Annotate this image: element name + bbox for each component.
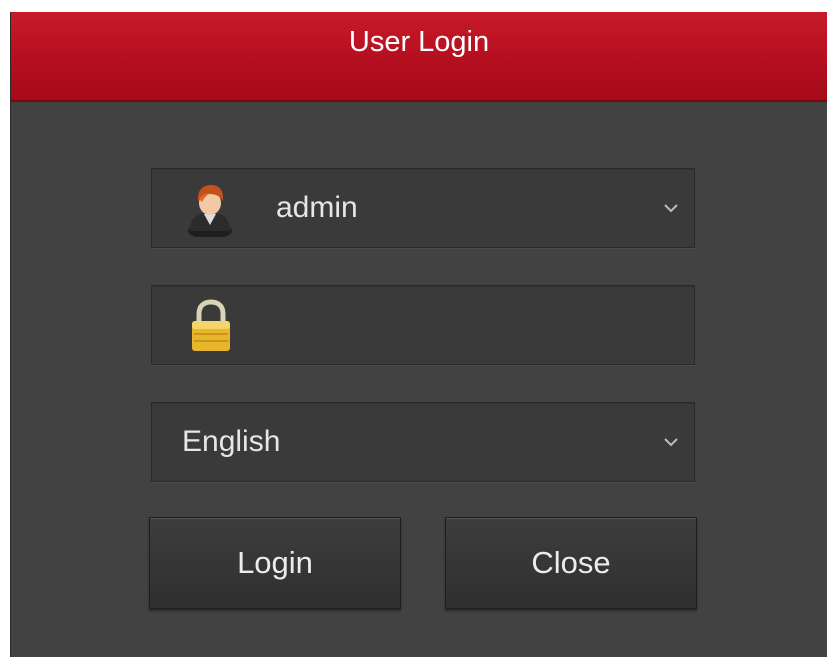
language-value: English — [182, 425, 281, 458]
chevron-down-icon[interactable] — [662, 433, 680, 451]
lock-icon — [188, 298, 244, 356]
login-button[interactable]: Login — [149, 517, 401, 609]
username-select[interactable]: admin — [151, 168, 695, 248]
username-value: admin — [276, 191, 358, 224]
password-input[interactable] — [151, 285, 695, 365]
language-select[interactable]: English — [151, 402, 695, 482]
close-button[interactable]: Close — [445, 517, 697, 609]
login-dialog: User Login admin English Login Close — [10, 12, 827, 657]
user-avatar-icon — [182, 179, 238, 239]
dialog-title: User Login — [348, 26, 490, 58]
chevron-down-icon[interactable] — [662, 199, 680, 217]
title-bar: User Login — [11, 12, 827, 102]
